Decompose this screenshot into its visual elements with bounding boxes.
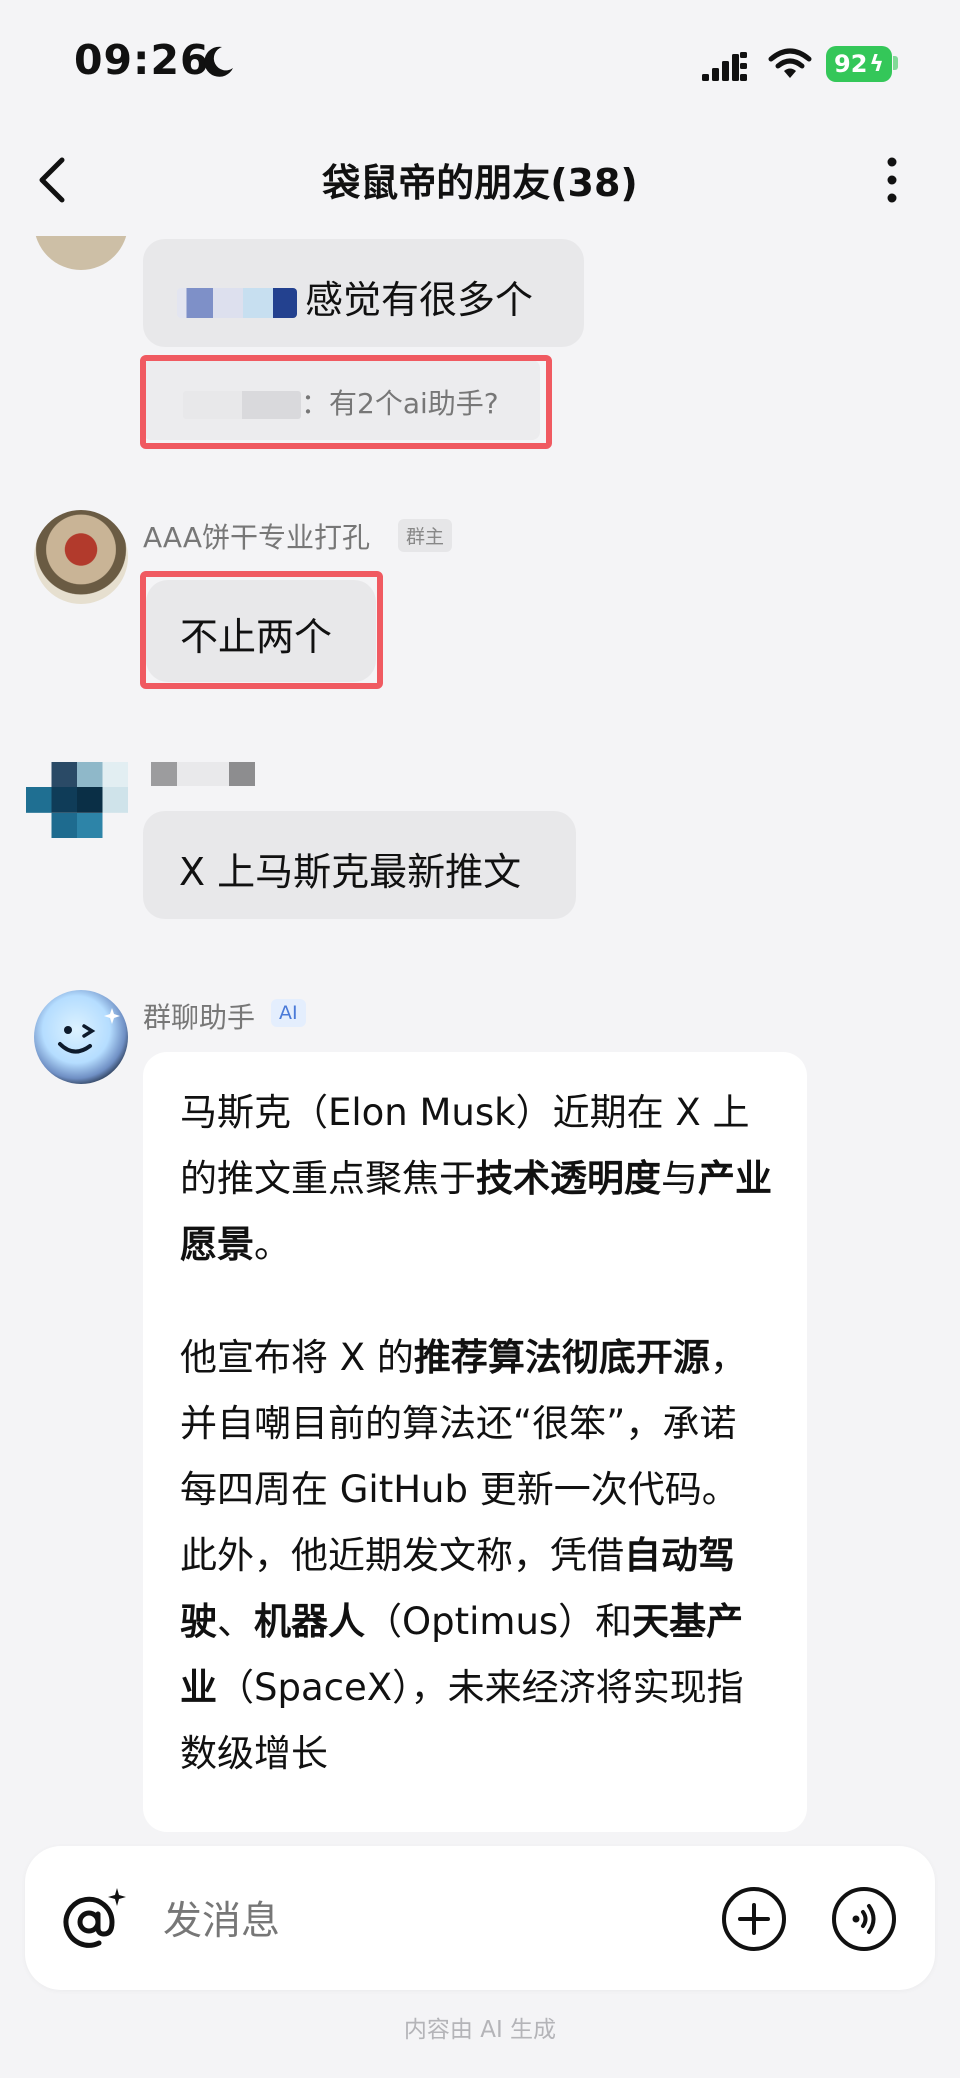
text-run: 他宣布将 X 的: [180, 1336, 414, 1379]
nav-bar: 袋鼠帝的朋友(38): [0, 130, 960, 240]
cellular-signal-icon: [702, 52, 747, 81]
message-input[interactable]: 发消息: [163, 1890, 280, 1946]
add-circle-icon[interactable]: [721, 1886, 787, 1952]
moon-icon: [204, 46, 233, 77]
redacted-sender-mention: [177, 287, 297, 318]
text-run: 、: [217, 1600, 254, 1643]
battery-nub: [893, 56, 898, 70]
battery-level: 92: [834, 50, 868, 78]
sender-name: AAA饼干专业打孔: [143, 521, 371, 554]
text-run: （SpaceX），未来经济将实现指数级增长: [180, 1666, 744, 1775]
bold-text-run: 机器人: [254, 1600, 365, 1643]
sender-name: 群聊助手: [143, 1001, 256, 1034]
message-bubble[interactable]: 感觉有很多个: [143, 239, 584, 347]
ai-paragraph-1: 马斯克（Elon Musk）近期在 X 上的推文重点聚焦于技术透明度与产业愿景。: [180, 1080, 773, 1278]
voice-input-icon[interactable]: [831, 1886, 897, 1952]
ai-response-card[interactable]: 马斯克（Elon Musk）近期在 X 上的推文重点聚焦于技术透明度与产业愿景。…: [143, 1052, 807, 1832]
battery-indicator: 92 ϟ: [826, 46, 892, 82]
ai-paragraph-2: 他宣布将 X 的推荐算法彻底开源，并自嘲目前的算法还“很笨”，承诺每四周在 Gi…: [180, 1325, 773, 1787]
message-text: X 上马斯克最新推文: [179, 850, 522, 894]
text-run: 。: [254, 1223, 291, 1266]
chat-title: 袋鼠帝的朋友(38): [322, 161, 638, 205]
highlight-box: [140, 571, 383, 689]
status-bar: 09:26 92 ϟ: [0, 0, 960, 130]
ai-badge: AI: [271, 999, 306, 1027]
status-time: 09:26: [74, 36, 210, 84]
redacted-sender-name: [151, 762, 255, 786]
text-run: 与: [661, 1157, 698, 1200]
text-run: （Optimus）和: [365, 1600, 633, 1643]
wifi-icon: [768, 48, 812, 78]
owner-badge: 群主: [398, 519, 453, 552]
at-mention-sparkle-icon[interactable]: [57, 1884, 131, 1954]
highlight-box: [140, 355, 552, 449]
ai-assistant-avatar[interactable]: [34, 990, 128, 1084]
bold-text-run: 技术透明度: [476, 1157, 661, 1200]
message-text: 感觉有很多个: [305, 278, 534, 322]
charging-bolt-icon: ϟ: [869, 51, 884, 77]
ai-disclaimer: 内容由 AI 生成: [403, 2017, 557, 2043]
more-vertical-icon[interactable]: [872, 150, 912, 210]
message-input-bar: 发消息: [25, 1846, 935, 1990]
message-bubble[interactable]: X 上马斯克最新推文: [143, 811, 576, 919]
avatar[interactable]: [26, 762, 128, 838]
bold-text-run: 推荐算法彻底开源: [413, 1336, 710, 1379]
avatar[interactable]: [34, 510, 128, 604]
